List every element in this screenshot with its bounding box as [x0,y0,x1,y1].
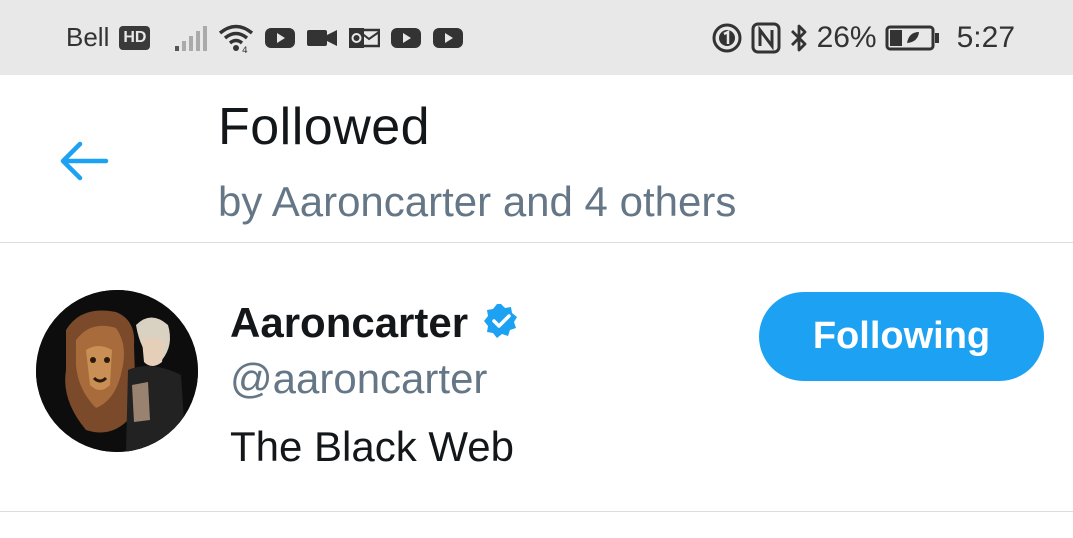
user-list-item[interactable]: Aaroncarter @aaroncarter The Black Web F… [0,243,1073,512]
youtube-icon [264,26,296,50]
avatar-image [36,290,198,452]
signal-icon [174,24,208,52]
page-header: Followed by Aaroncarter and 4 others [0,75,1073,243]
battery-percentage: 26% [816,20,877,54]
page-subtitle: by Aaroncarter and 4 others [218,178,737,225]
youtube-icon [390,26,422,50]
bluetooth-icon [789,22,809,54]
page-title: Followed [218,98,431,156]
video-camera-icon [306,26,338,50]
following-button[interactable]: Following [759,292,1044,381]
battery-icon [885,24,941,52]
youtube-icon [432,26,464,50]
outlook-icon [348,25,381,51]
user-handle: @aaroncarter [230,355,488,402]
status-bar-right: 26% 5:27 [711,0,1015,75]
data-saver-icon [711,22,743,54]
svg-text:4: 4 [242,46,248,53]
wifi-icon: 4 [218,23,254,53]
user-display-name[interactable]: Aaroncarter [230,299,468,347]
user-bio: The Black Web [230,423,515,470]
hd-badge: HD [119,25,151,50]
back-arrow-icon [60,141,109,181]
status-bar-left: Bell HD 4 [66,0,464,75]
carrier-name: Bell [66,22,110,52]
verified-badge-icon [482,302,520,345]
nfc-icon [751,22,781,54]
status-bar: Bell HD 4 26% 5:27 [0,0,1073,75]
user-name-line: Aaroncarter [230,299,520,347]
clock: 5:27 [956,20,1015,54]
back-button[interactable] [56,133,112,189]
avatar[interactable] [36,290,198,452]
